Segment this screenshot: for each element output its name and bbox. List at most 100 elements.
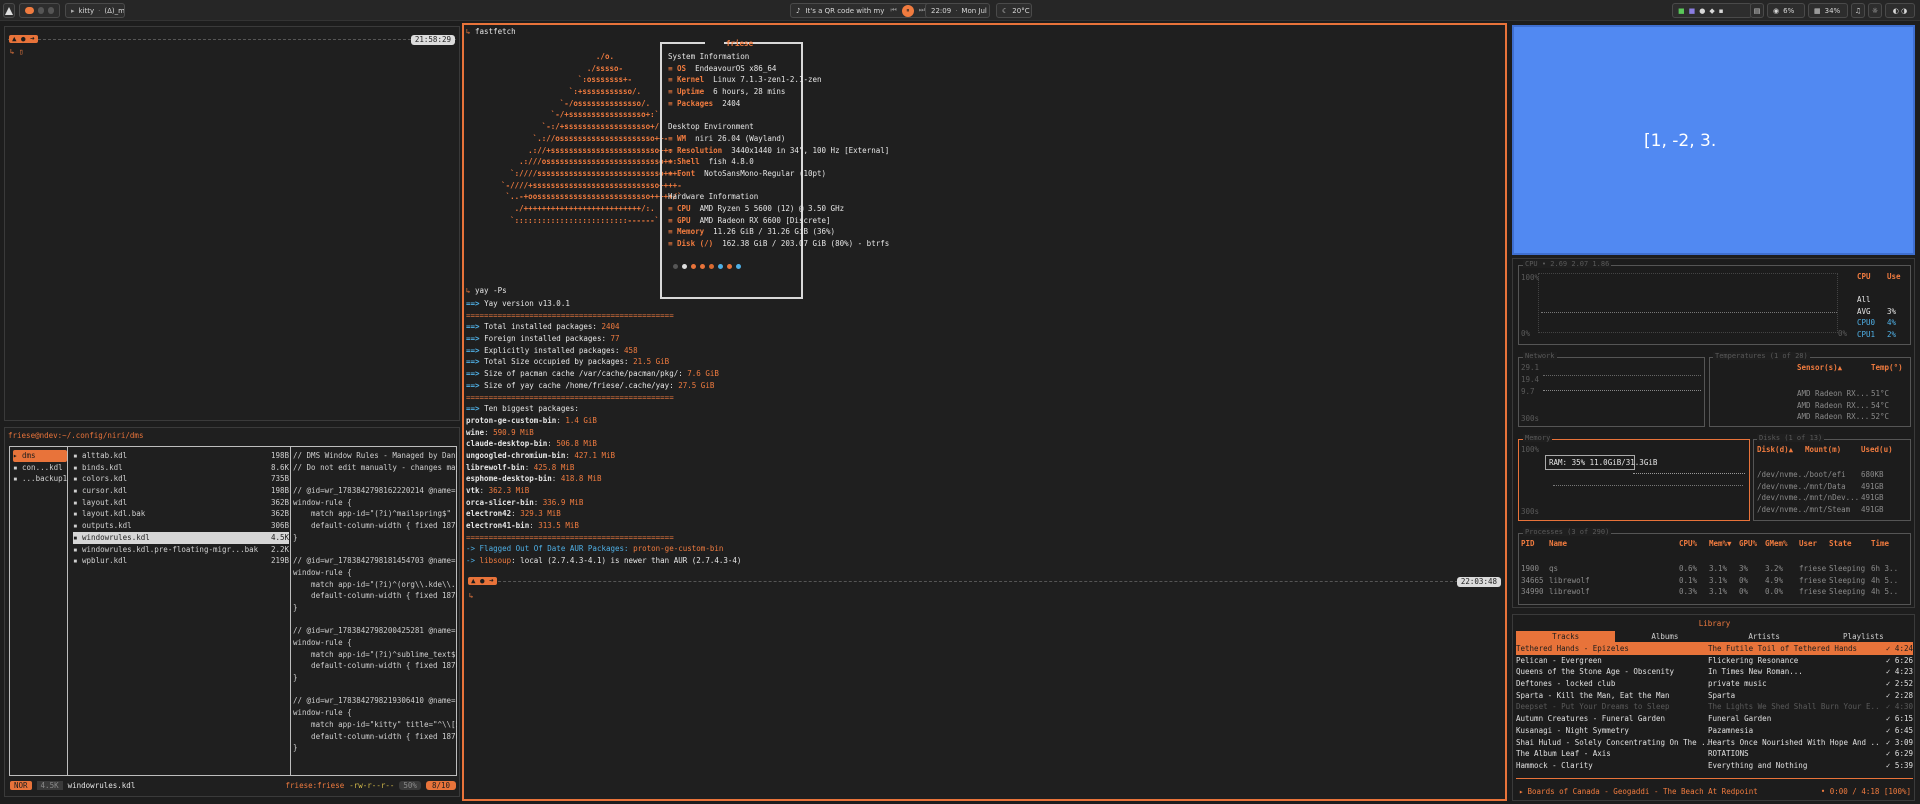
- info-value: AMD Ryzen 5 5600 (12) @ 3.50 GHz: [699, 203, 845, 213]
- proc-cell: Sleeping: [1829, 564, 1866, 573]
- clock-widget[interactable]: 22:09 · Mon Jul 13: [925, 3, 990, 18]
- terminal-icon: ▸: [71, 6, 75, 15]
- now-playing[interactable]: ▸ Boards of Canada - Geogaddi - The Beac…: [1519, 787, 1911, 796]
- tray-group[interactable]: ■ ■ ● ◆ ▪: [1672, 3, 1752, 18]
- tab-tracks[interactable]: Tracks: [1516, 631, 1616, 642]
- proc-cell: 0.6%: [1679, 564, 1698, 573]
- disk-cell: /dev/nvme...: [1757, 470, 1805, 479]
- proc-col-header[interactable]: PID: [1521, 539, 1549, 548]
- proc-col-header[interactable]: GPU%: [1739, 539, 1765, 548]
- yay-line: ==> Explicitly installed packages: 458: [466, 345, 1366, 357]
- info-key: WM: [677, 133, 687, 143]
- notifications-button[interactable]: ♫: [1851, 3, 1865, 18]
- parent-entry[interactable]: ▸ dms: [13, 450, 67, 462]
- prev-icon[interactable]: ⏮: [890, 6, 896, 15]
- workspace-switcher[interactable]: [19, 3, 60, 18]
- prompt-cursor[interactable]: ↳ ▯: [10, 47, 24, 56]
- tray-shield-icon[interactable]: ◆: [1709, 7, 1714, 15]
- file-entry[interactable]: ▪ alttab.kdl 198B: [73, 450, 289, 462]
- proc-col-header[interactable]: User: [1799, 539, 1829, 548]
- prompt-cursor-2[interactable]: ↳: [469, 591, 474, 600]
- file-entry[interactable]: ▪ colors.kdl 735B: [73, 473, 289, 485]
- track-row[interactable]: Deftones - locked club private music ✓ 2:5…: [1516, 678, 1913, 690]
- info-key: Font: [677, 168, 696, 178]
- track-row[interactable]: Tethered Hands - Epizeles The Futile Toil…: [1516, 643, 1913, 655]
- info-key: Memory: [677, 227, 705, 237]
- track-album: Hearts Once Nourished With Hope And ..: [1708, 737, 1878, 747]
- track-artist-title: Shai Hulud - Solely Concentrating On The…: [1516, 737, 1708, 747]
- track-artist-title: Kusanagi - Night Symmetry: [1516, 725, 1629, 735]
- proc-col-header[interactable]: GMem%: [1765, 539, 1799, 548]
- file-entry[interactable]: ▪ layout.kdl.bak 362B: [73, 508, 289, 520]
- file-entry[interactable]: ▪ binds.kdl 8.6K: [73, 462, 289, 474]
- qr-window[interactable]: [1, -2, 3.: [1512, 25, 1915, 255]
- tab-playlists[interactable]: Playlists: [1814, 631, 1913, 642]
- playback-progress: • 0:00 / 4:18 [100%]: [1820, 787, 1911, 796]
- proc-col-header[interactable]: Name: [1549, 539, 1679, 548]
- parent-entry[interactable]: ▪ ...backup17...: [13, 473, 67, 485]
- tray-steam-icon[interactable]: ●: [1699, 7, 1705, 15]
- prompt-clock-2: 22:03:48: [1456, 577, 1501, 587]
- preview-line: [293, 473, 457, 485]
- info-icon: ≡: [668, 87, 678, 97]
- ram-widget[interactable]: ▦ 34%: [1808, 3, 1848, 18]
- proc-col-header[interactable]: State: [1829, 539, 1871, 548]
- file-entry[interactable]: ▪ cursor.kdl 198B: [73, 485, 289, 497]
- terminal-main[interactable]: ↳ fastfetch ./o. ./sssso- `:osssssss+- `…: [462, 23, 1507, 801]
- file-entry[interactable]: ▪ outputs.kdl 306B: [73, 520, 289, 532]
- separator: ========================================…: [466, 532, 674, 542]
- system-monitor[interactable]: CPU • 2.69 2.07 1.86 100% 0% 0% CPU Use …: [1512, 258, 1915, 608]
- track-row[interactable]: Spartа - Kill the Man, Eat the Man Spartа…: [1516, 690, 1913, 702]
- tray-app-icon[interactable]: ■: [1678, 7, 1685, 15]
- track-row[interactable]: Hammock - Clarity Everything and Nothing ✓…: [1516, 760, 1913, 772]
- proc-col-header[interactable]: Mem%▼: [1709, 539, 1739, 548]
- file-entry[interactable]: ▪ windowrules.kdl 4.5K: [73, 531, 289, 544]
- prompt-separator: [8, 39, 456, 47]
- proc-row[interactable]: 34990 librewolf 0.3% 3.1% 0% 0.0% friese Sleepi…: [1521, 586, 1909, 598]
- play-pause-button[interactable]: ⏸: [901, 4, 914, 17]
- memory-box: [1518, 439, 1750, 521]
- focused-window[interactable]: ▸ kitty · (Δ)_main: [65, 3, 125, 18]
- logo-line: `:osssssss+-: [474, 75, 633, 85]
- net-time: 300s: [1521, 414, 1540, 423]
- launcher-button[interactable]: [3, 3, 15, 18]
- file-entry[interactable]: ▪ windowrules.kdl.pre-floating-migr...ba…: [73, 544, 289, 556]
- terminal-left-top[interactable]: ▲ ● ➜ 21:58:29 ↳ ▯: [4, 26, 460, 421]
- workspace-3[interactable]: [48, 7, 54, 14]
- file-size: 4.5K: [270, 532, 289, 542]
- workspace-1[interactable]: [25, 7, 35, 14]
- preview-line: // @id=wr_1783842798181454703 @name=: [293, 556, 456, 566]
- cpu-widget[interactable]: ◉ 6%: [1767, 3, 1805, 18]
- disk-cell: 491GB: [1861, 505, 1884, 515]
- file-manager[interactable]: friese@ndev:~/.config/niri/dms ▸ dms ▪ co…: [4, 427, 460, 797]
- parent-entry[interactable]: ▪ con...kdl: [13, 462, 67, 474]
- tab-albums[interactable]: Albums: [1615, 631, 1714, 642]
- network-box: [1518, 357, 1705, 427]
- control-center-button[interactable]: ◐ ◑: [1885, 3, 1915, 18]
- proc-row[interactable]: 34665 librewolf 0.1% 3.1% 0% 4.9% friese Sleepi…: [1521, 575, 1909, 587]
- file-entry[interactable]: ▪ wpblur.kdl 219B: [73, 555, 289, 567]
- battery-button[interactable]: ☼: [1868, 3, 1882, 18]
- disk-row: /dev/nvme.../mnt/Steam 491GB: [1757, 504, 1909, 516]
- track-row[interactable]: Queens of the Stone Age - Obscenity In Ti…: [1516, 666, 1913, 678]
- tab-artists[interactable]: Artists: [1715, 631, 1814, 642]
- track-row[interactable]: Pelican - Evergreen Flickering Resonance ✓…: [1516, 655, 1913, 667]
- file-entry[interactable]: ▪ layout.kdl 362B: [73, 497, 289, 509]
- track-row[interactable]: Deepset - Put Your Dreams to Sleep The Li…: [1516, 701, 1913, 713]
- track-row[interactable]: The Album Leaf - Axis ROTATIONS ✓ 6:29: [1516, 748, 1913, 760]
- weather-widget[interactable]: ☾ 20°C: [996, 3, 1032, 18]
- package-name: ungoogled-chromium-bin: [466, 450, 566, 460]
- proc-col-header[interactable]: Time: [1871, 539, 1901, 548]
- clipboard-button[interactable]: ▤: [1750, 3, 1764, 18]
- tray-misc-icon[interactable]: ▪: [1719, 7, 1724, 15]
- track-row[interactable]: Shai Hulud - Solely Concentrating On The…: [1516, 737, 1913, 749]
- proc-row[interactable]: 1900 qs 0.6% 3.1% 3% 3.2% friese Sleeping 6h 3..: [1521, 563, 1909, 575]
- track-row[interactable]: Kusanagi - Night Symmetry Pazamnesia ✓ 6:4…: [1516, 725, 1913, 737]
- proc-col-header[interactable]: CPU%: [1679, 539, 1709, 548]
- arch-icon: [5, 6, 13, 15]
- tray-discord-icon[interactable]: ■: [1689, 7, 1696, 15]
- music-player[interactable]: Library Tracks Albums Artists Playlists Tet…: [1512, 614, 1915, 801]
- track-row[interactable]: Autumn Creatures - Funeral Garden Funeral…: [1516, 713, 1913, 725]
- workspace-2[interactable]: [38, 7, 45, 14]
